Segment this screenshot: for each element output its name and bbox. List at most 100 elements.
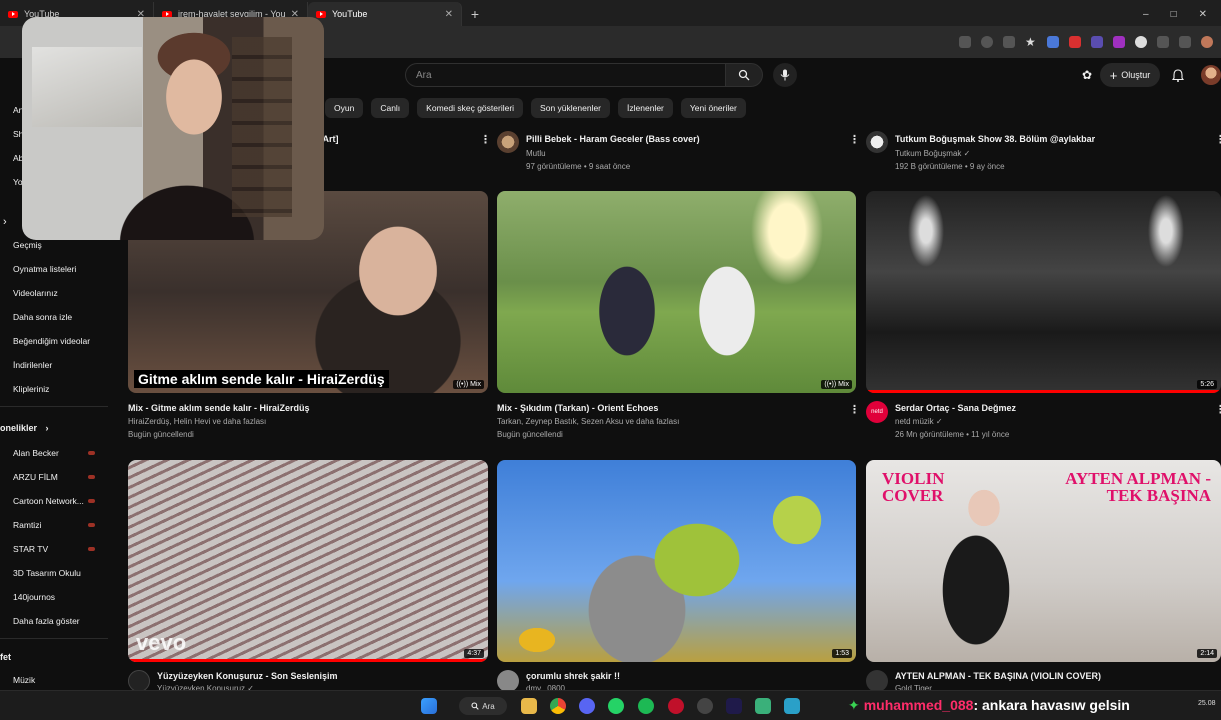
sidebar-sub-arzu-film[interactable]: ARZU FİLM <box>13 472 95 482</box>
whatsapp-icon[interactable] <box>608 698 624 714</box>
chip-yeni-oneriler[interactable]: Yeni öneriler <box>680 98 746 118</box>
video-title[interactable]: Tutkum Boğuşmak Show 38. Bölüm @aylakbar <box>895 134 1095 144</box>
chip-komedi[interactable]: Komedi skeç gösterileri <box>417 98 524 118</box>
video-menu-icon[interactable]: ⋮ <box>1215 133 1221 146</box>
video-title[interactable]: çorumlu shrek şakir !! <box>526 671 620 681</box>
profile-avatar-icon[interactable] <box>1201 36 1213 48</box>
taskbar-search[interactable]: Ara <box>459 697 507 715</box>
reading-list-icon[interactable] <box>1179 36 1191 48</box>
video-thumbnail[interactable]: ((•)) Mix <box>497 191 856 393</box>
channel-avatar[interactable] <box>497 670 519 692</box>
account-avatar[interactable] <box>1201 65 1221 85</box>
sidebar-item-history[interactable]: Geçmiş <box>13 240 42 250</box>
cast-icon[interactable] <box>959 36 971 48</box>
channel-avatar[interactable] <box>866 131 888 153</box>
chip-oyun[interactable]: Oyun <box>325 98 364 118</box>
sidebar-sub-3d-tasarim[interactable]: 3D Tasarım Okulu <box>13 568 95 578</box>
thumbnail-overlay-text: AYTEN ALPMAN - TEK BAŞINA <box>1065 469 1211 505</box>
sidebar-sub-140journos[interactable]: 140journos <box>13 592 95 602</box>
video-title[interactable]: Pilli Bebek - Haram Geceler (Bass cover) <box>526 134 700 144</box>
close-window-button[interactable]: ✕ <box>1199 9 1207 20</box>
video-stats: 192 B görüntüleme • 9 ay önce <box>895 162 1005 171</box>
video-thumbnail[interactable]: 5:26 <box>866 191 1221 393</box>
video-menu-icon[interactable]: ⋮ <box>480 133 491 146</box>
video-thumbnail[interactable]: 1:53 <box>497 460 856 662</box>
close-tab-icon[interactable]: ✕ <box>445 9 453 20</box>
sidebar-sub-ramtizi[interactable]: Ramtizi <box>13 520 95 530</box>
discord-icon[interactable] <box>579 698 595 714</box>
cast-extension-icon[interactable]: ✿ <box>1079 67 1095 83</box>
browser-tab-3[interactable]: YouTube ✕ <box>308 2 462 26</box>
video-title[interactable]: Mix - Şıkıdım (Tarkan) - Orient Echoes <box>497 403 658 413</box>
channel-avatar[interactable] <box>128 670 150 692</box>
channel-avatar[interactable] <box>497 131 519 153</box>
video-title[interactable]: Mix - Gitme aklım sende kalır - HiraiZer… <box>128 403 310 413</box>
explore-heading: fet <box>0 652 11 662</box>
extension-icon[interactable] <box>1113 36 1125 48</box>
voice-search-button[interactable] <box>773 63 797 87</box>
video-title[interactable]: AYTEN ALPMAN - TEK BAŞINA (VIOLIN COVER) <box>895 671 1101 681</box>
chip-son-yuklenenler[interactable]: Son yüklenenler <box>531 98 611 118</box>
search-button[interactable] <box>725 63 763 87</box>
channel-name[interactable]: Mutlu <box>526 149 546 158</box>
search-input[interactable]: Ara <box>405 63 725 87</box>
video-menu-icon[interactable]: ⋮ <box>849 403 860 416</box>
channel-avatar[interactable] <box>866 670 888 692</box>
notifications-bell-icon[interactable] <box>1170 67 1186 83</box>
app-icon[interactable] <box>784 698 800 714</box>
sidebar-sub-star-tv[interactable]: STAR TV <box>13 544 95 554</box>
video-menu-icon[interactable]: ⋮ <box>849 133 860 146</box>
video-thumbnail[interactable]: vevo 4:37 <box>128 460 488 662</box>
sidebar-item-watch-later[interactable]: Daha sonra izle <box>13 312 72 322</box>
show-more-label: Daha fazla göster <box>13 616 80 626</box>
video-menu-icon[interactable]: ⋮ <box>1215 403 1221 416</box>
channel-name[interactable]: netd müzik ✓ <box>895 417 943 426</box>
sidebar-item-your-videos[interactable]: Videolarınız <box>13 288 58 298</box>
file-explorer-icon[interactable] <box>521 698 537 714</box>
video-stats: 97 görüntüleme • 9 saat önce <box>526 162 631 171</box>
media-app-icon[interactable] <box>668 698 684 714</box>
video-duration: 4:37 <box>464 649 484 658</box>
puzzle-extensions-icon[interactable] <box>1157 36 1169 48</box>
sidebar-item-clips[interactable]: Klipleriniz <box>13 384 49 394</box>
eye-off-icon[interactable] <box>1003 36 1015 48</box>
windows-start-icon[interactable] <box>421 698 437 714</box>
new-tab-button[interactable]: + <box>462 2 488 26</box>
abp-extension-icon[interactable] <box>1069 36 1081 48</box>
thumbnail-overlay-text: VIOLIN COVER <box>882 469 945 505</box>
channel-name: ARZU FİLM <box>13 472 58 482</box>
video-channels[interactable]: Tarkan, Zeynep Bastık, Sezen Aksu ve dah… <box>497 417 679 426</box>
sidebar-item-liked-videos[interactable]: Beğendiğim videolar <box>13 336 90 346</box>
chrome-icon[interactable] <box>550 698 566 714</box>
video-thumbnail[interactable]: VIOLIN COVER AYTEN ALPMAN - TEK BAŞINA 2… <box>866 460 1221 662</box>
chip-izlenenler[interactable]: İzlenenler <box>618 98 673 118</box>
minimize-button[interactable]: – <box>1143 9 1149 20</box>
you-chevron-icon[interactable]: › <box>3 216 7 228</box>
extension-icon[interactable] <box>1135 36 1147 48</box>
sidebar-show-more[interactable]: Daha fazla göster <box>13 616 95 626</box>
spotify-icon[interactable] <box>638 698 654 714</box>
sidebar-item-downloads[interactable]: İndirilenler <box>13 360 52 370</box>
maximize-button[interactable]: □ <box>1171 9 1177 20</box>
channel-avatar[interactable]: netd <box>866 401 888 423</box>
sidebar-sub-cartoon-network[interactable]: Cartoon Network... <box>13 496 95 506</box>
subscriptions-heading[interactable]: onelikler › <box>0 423 49 433</box>
sidebar-sub-alan-becker[interactable]: Alan Becker <box>13 448 95 458</box>
bookmark-star-icon[interactable]: ★ <box>1025 36 1037 48</box>
sidebar-item-music[interactable]: Müzik <box>13 675 35 685</box>
create-button[interactable]: + Oluştur <box>1100 63 1160 87</box>
app-icon[interactable] <box>755 698 771 714</box>
extension-icon[interactable] <box>1091 36 1103 48</box>
translate-extension-icon[interactable] <box>1047 36 1059 48</box>
obs-icon[interactable] <box>697 698 713 714</box>
thumbnail-caption: Gitme aklım sende kalır - HiraiZerdüş <box>134 370 389 388</box>
video-title[interactable]: Serdar Ortaç - Sana Değmez <box>895 403 1016 413</box>
after-effects-icon[interactable] <box>726 698 742 714</box>
video-title[interactable]: Yüzyüzeyken Konuşuruz - Son Seslenişim <box>157 671 338 681</box>
chip-canli[interactable]: Canlı <box>371 98 410 118</box>
video-channels[interactable]: HiraiZerdüş, Helin Hevi ve daha fazlası <box>128 417 266 426</box>
zoom-icon[interactable] <box>981 36 993 48</box>
channel-name[interactable]: Tutkum Boğuşmak ✓ <box>895 149 970 158</box>
taskbar-search-label: Ara <box>482 701 495 711</box>
sidebar-item-playlists[interactable]: Oynatma listeleri <box>13 264 76 274</box>
